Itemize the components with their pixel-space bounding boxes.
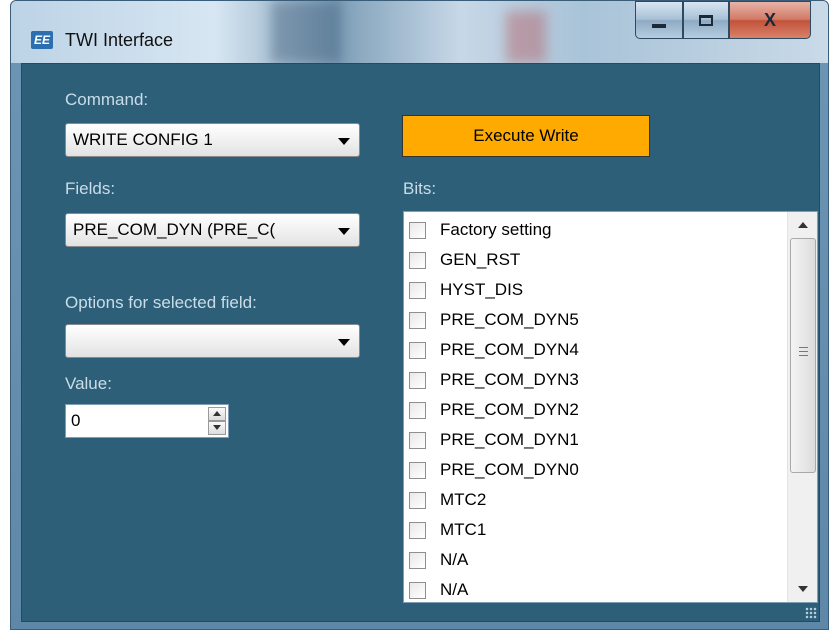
list-item[interactable]: PRE_COM_DYN1: [409, 425, 579, 455]
scroll-down-icon[interactable]: [788, 576, 817, 602]
checkbox[interactable]: [409, 401, 426, 419]
chevron-down-icon: [338, 339, 350, 346]
fields-label: Fields:: [65, 179, 116, 198]
app-icon: EE: [31, 31, 53, 49]
minimize-icon: [652, 24, 666, 28]
list-item[interactable]: PRE_COM_DYN5: [409, 305, 579, 335]
value-stepper[interactable]: 0: [65, 404, 229, 438]
list-item[interactable]: N/A: [409, 545, 468, 575]
scroll-up-icon[interactable]: [788, 212, 817, 238]
checkbox[interactable]: [409, 551, 426, 569]
bit-label: MTC1: [440, 520, 487, 539]
bit-label: N/A: [440, 550, 469, 569]
checkbox[interactable]: [409, 281, 426, 299]
execute-write-button[interactable]: Execute Write: [402, 115, 650, 157]
value-label: Value:: [65, 374, 112, 393]
checkbox[interactable]: [409, 581, 426, 599]
bit-label: PRE_COM_DYN4: [440, 340, 579, 359]
fields-selected-value: PRE_COM_DYN (PRE_C(: [73, 220, 276, 239]
maximize-button[interactable]: [683, 1, 729, 39]
command-selected-value: WRITE CONFIG 1: [73, 130, 213, 149]
resize-grip-icon[interactable]: [805, 607, 817, 619]
vertical-scrollbar[interactable]: [787, 212, 817, 602]
scrollbar-thumb[interactable]: [790, 238, 816, 473]
checkbox[interactable]: [409, 251, 426, 269]
titlebar-background-blur: [271, 1, 341, 63]
checkbox[interactable]: [409, 461, 426, 479]
checkbox[interactable]: [409, 431, 426, 449]
list-item[interactable]: MTC2: [409, 485, 486, 515]
bit-label: MTC2: [440, 490, 487, 509]
bits-checklist[interactable]: Factory setting GEN_RST HYST_DIS PRE_COM…: [403, 211, 818, 603]
list-item[interactable]: HYST_DIS: [409, 275, 523, 305]
list-item[interactable]: PRE_COM_DYN0: [409, 455, 579, 485]
close-button[interactable]: X: [729, 1, 811, 39]
bit-label: PRE_COM_DYN2: [440, 400, 579, 419]
bit-label: HYST_DIS: [440, 280, 524, 299]
list-item[interactable]: PRE_COM_DYN3: [409, 365, 579, 395]
fields-dropdown[interactable]: PRE_COM_DYN (PRE_C(: [65, 213, 360, 247]
bit-label: PRE_COM_DYN5: [440, 310, 579, 329]
list-item[interactable]: PRE_COM_DYN4: [409, 335, 579, 365]
window-title: TWI Interface: [65, 30, 174, 50]
stepper-up-icon[interactable]: [208, 407, 226, 421]
list-item[interactable]: GEN_RST: [409, 245, 520, 275]
chevron-down-icon: [338, 228, 350, 235]
bits-label: Bits:: [403, 179, 437, 198]
close-icon: X: [763, 9, 776, 30]
options-dropdown[interactable]: [65, 324, 360, 358]
checkbox[interactable]: [409, 491, 426, 509]
checkbox[interactable]: [409, 311, 426, 329]
bit-label: GEN_RST: [440, 250, 521, 269]
bit-label: Factory setting: [440, 220, 552, 239]
title-bar[interactable]: EE TWI Interface X: [11, 1, 828, 63]
chevron-down-icon: [338, 138, 350, 145]
bit-label: PRE_COM_DYN3: [440, 370, 579, 389]
command-dropdown[interactable]: WRITE CONFIG 1: [65, 123, 360, 157]
list-item[interactable]: Factory setting: [409, 215, 552, 245]
stepper-buttons: [208, 407, 226, 435]
list-item[interactable]: MTC1: [409, 515, 486, 545]
bit-label: PRE_COM_DYN1: [440, 430, 579, 449]
checkbox[interactable]: [409, 221, 426, 239]
grip-icon: [799, 347, 808, 356]
maximize-icon: [699, 14, 713, 26]
minimize-button[interactable]: [635, 1, 683, 39]
checkbox[interactable]: [409, 341, 426, 359]
bit-label: PRE_COM_DYN0: [440, 460, 579, 479]
checkbox[interactable]: [409, 521, 426, 539]
list-item[interactable]: PRE_COM_DYN2: [409, 395, 579, 425]
titlebar-background-blur: [506, 11, 546, 63]
client-area: Command: WRITE CONFIG 1 Execute Write Fi…: [21, 63, 820, 622]
bit-label: N/A: [440, 580, 469, 599]
command-label: Command:: [65, 90, 149, 109]
options-label: Options for selected field:: [65, 293, 257, 312]
stepper-down-icon[interactable]: [208, 421, 226, 435]
value-input[interactable]: 0: [71, 411, 80, 431]
list-item[interactable]: N/A: [409, 575, 469, 602]
twi-interface-window: EE TWI Interface X Command: WRITE CONFIG…: [10, 0, 829, 630]
checkbox[interactable]: [409, 371, 426, 389]
